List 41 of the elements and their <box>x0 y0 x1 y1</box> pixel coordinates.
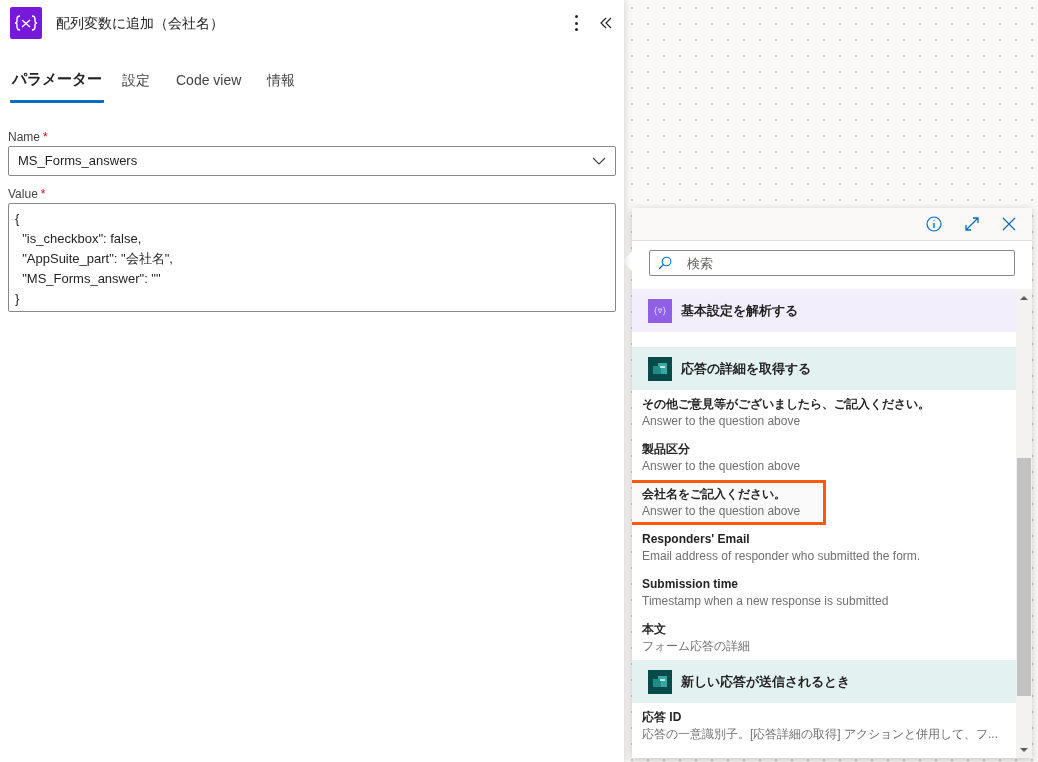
variable-icon <box>10 7 42 39</box>
chevron-down-icon <box>592 156 606 165</box>
tab[interactable]: Code view <box>168 69 250 103</box>
dynamic-content-item[interactable]: Responders' Email Email address of responder who submitted the form. <box>632 525 1016 570</box>
dynamic-content-item[interactable]: その他ご意見等がございましたら、ご記入ください。 Answer to the question above <box>632 390 1016 435</box>
forms-icon <box>648 669 672 694</box>
panel-title: 配列変数に追加（会社名） <box>56 13 225 33</box>
tab[interactable]: パラメーター <box>10 68 104 103</box>
collapse-icon[interactable] <box>600 17 612 29</box>
scroll-down-icon[interactable] <box>1020 747 1028 753</box>
dynamic-content-item[interactable]: 本文 フォーム応答の詳細 <box>632 615 1016 660</box>
close-icon[interactable] <box>1002 217 1016 231</box>
field-label: Value <box>8 185 38 203</box>
scroll-up-icon[interactable] <box>1020 295 1028 301</box>
dynamic-content-item[interactable]: 会社名をご記入ください。 Answer to the question above <box>632 480 826 525</box>
search-field[interactable]: 検索 <box>649 250 1015 276</box>
code-line: { <box>15 209 21 228</box>
dynamic-content-item[interactable]: 製品区分 Answer to the question above <box>632 435 1016 480</box>
variable-icon <box>648 298 672 323</box>
action-group-header[interactable]: 新しい応答が送信されるとき <box>632 660 1016 703</box>
code-line: } <box>15 289 21 308</box>
code-line: "is_checkbox": false, <box>21 229 143 248</box>
search-icon <box>658 256 672 270</box>
code-line: "MS_Forms_answer": "" <box>21 269 162 288</box>
dynamic-content-item[interactable]: Submission time Timestamp when a new response is submitted <box>632 570 1016 615</box>
name-dropdown[interactable]: MS_Forms_answers <box>8 145 616 176</box>
action-group-header[interactable]: 応答の詳細を取得する <box>632 347 1016 390</box>
action-group-header[interactable]: 基本設定を解析する <box>632 289 1016 332</box>
info-icon[interactable] <box>926 216 942 232</box>
code-line: "AppSuite_part": "会社名", <box>21 249 174 268</box>
more-icon[interactable] <box>574 15 578 31</box>
scrollbar[interactable] <box>1016 289 1032 758</box>
field-label: Name <box>8 128 40 146</box>
required-mark: * <box>43 128 48 146</box>
required-mark: * <box>40 185 46 203</box>
tab[interactable]: 設定 <box>114 69 158 103</box>
expand-icon[interactable] <box>964 216 980 232</box>
tab[interactable]: 情報 <box>259 69 304 103</box>
forms-icon <box>648 356 672 381</box>
dynamic-content-item[interactable]: 応答 ID 応答の一意識別子。[応答詳細の取得] アクションと併用して、フ... <box>632 703 1016 748</box>
value-editor[interactable]: { "is_checkbox": false, "AppSuite_part": "会社名", "MS_Forms_answer": "" } <box>8 202 616 312</box>
